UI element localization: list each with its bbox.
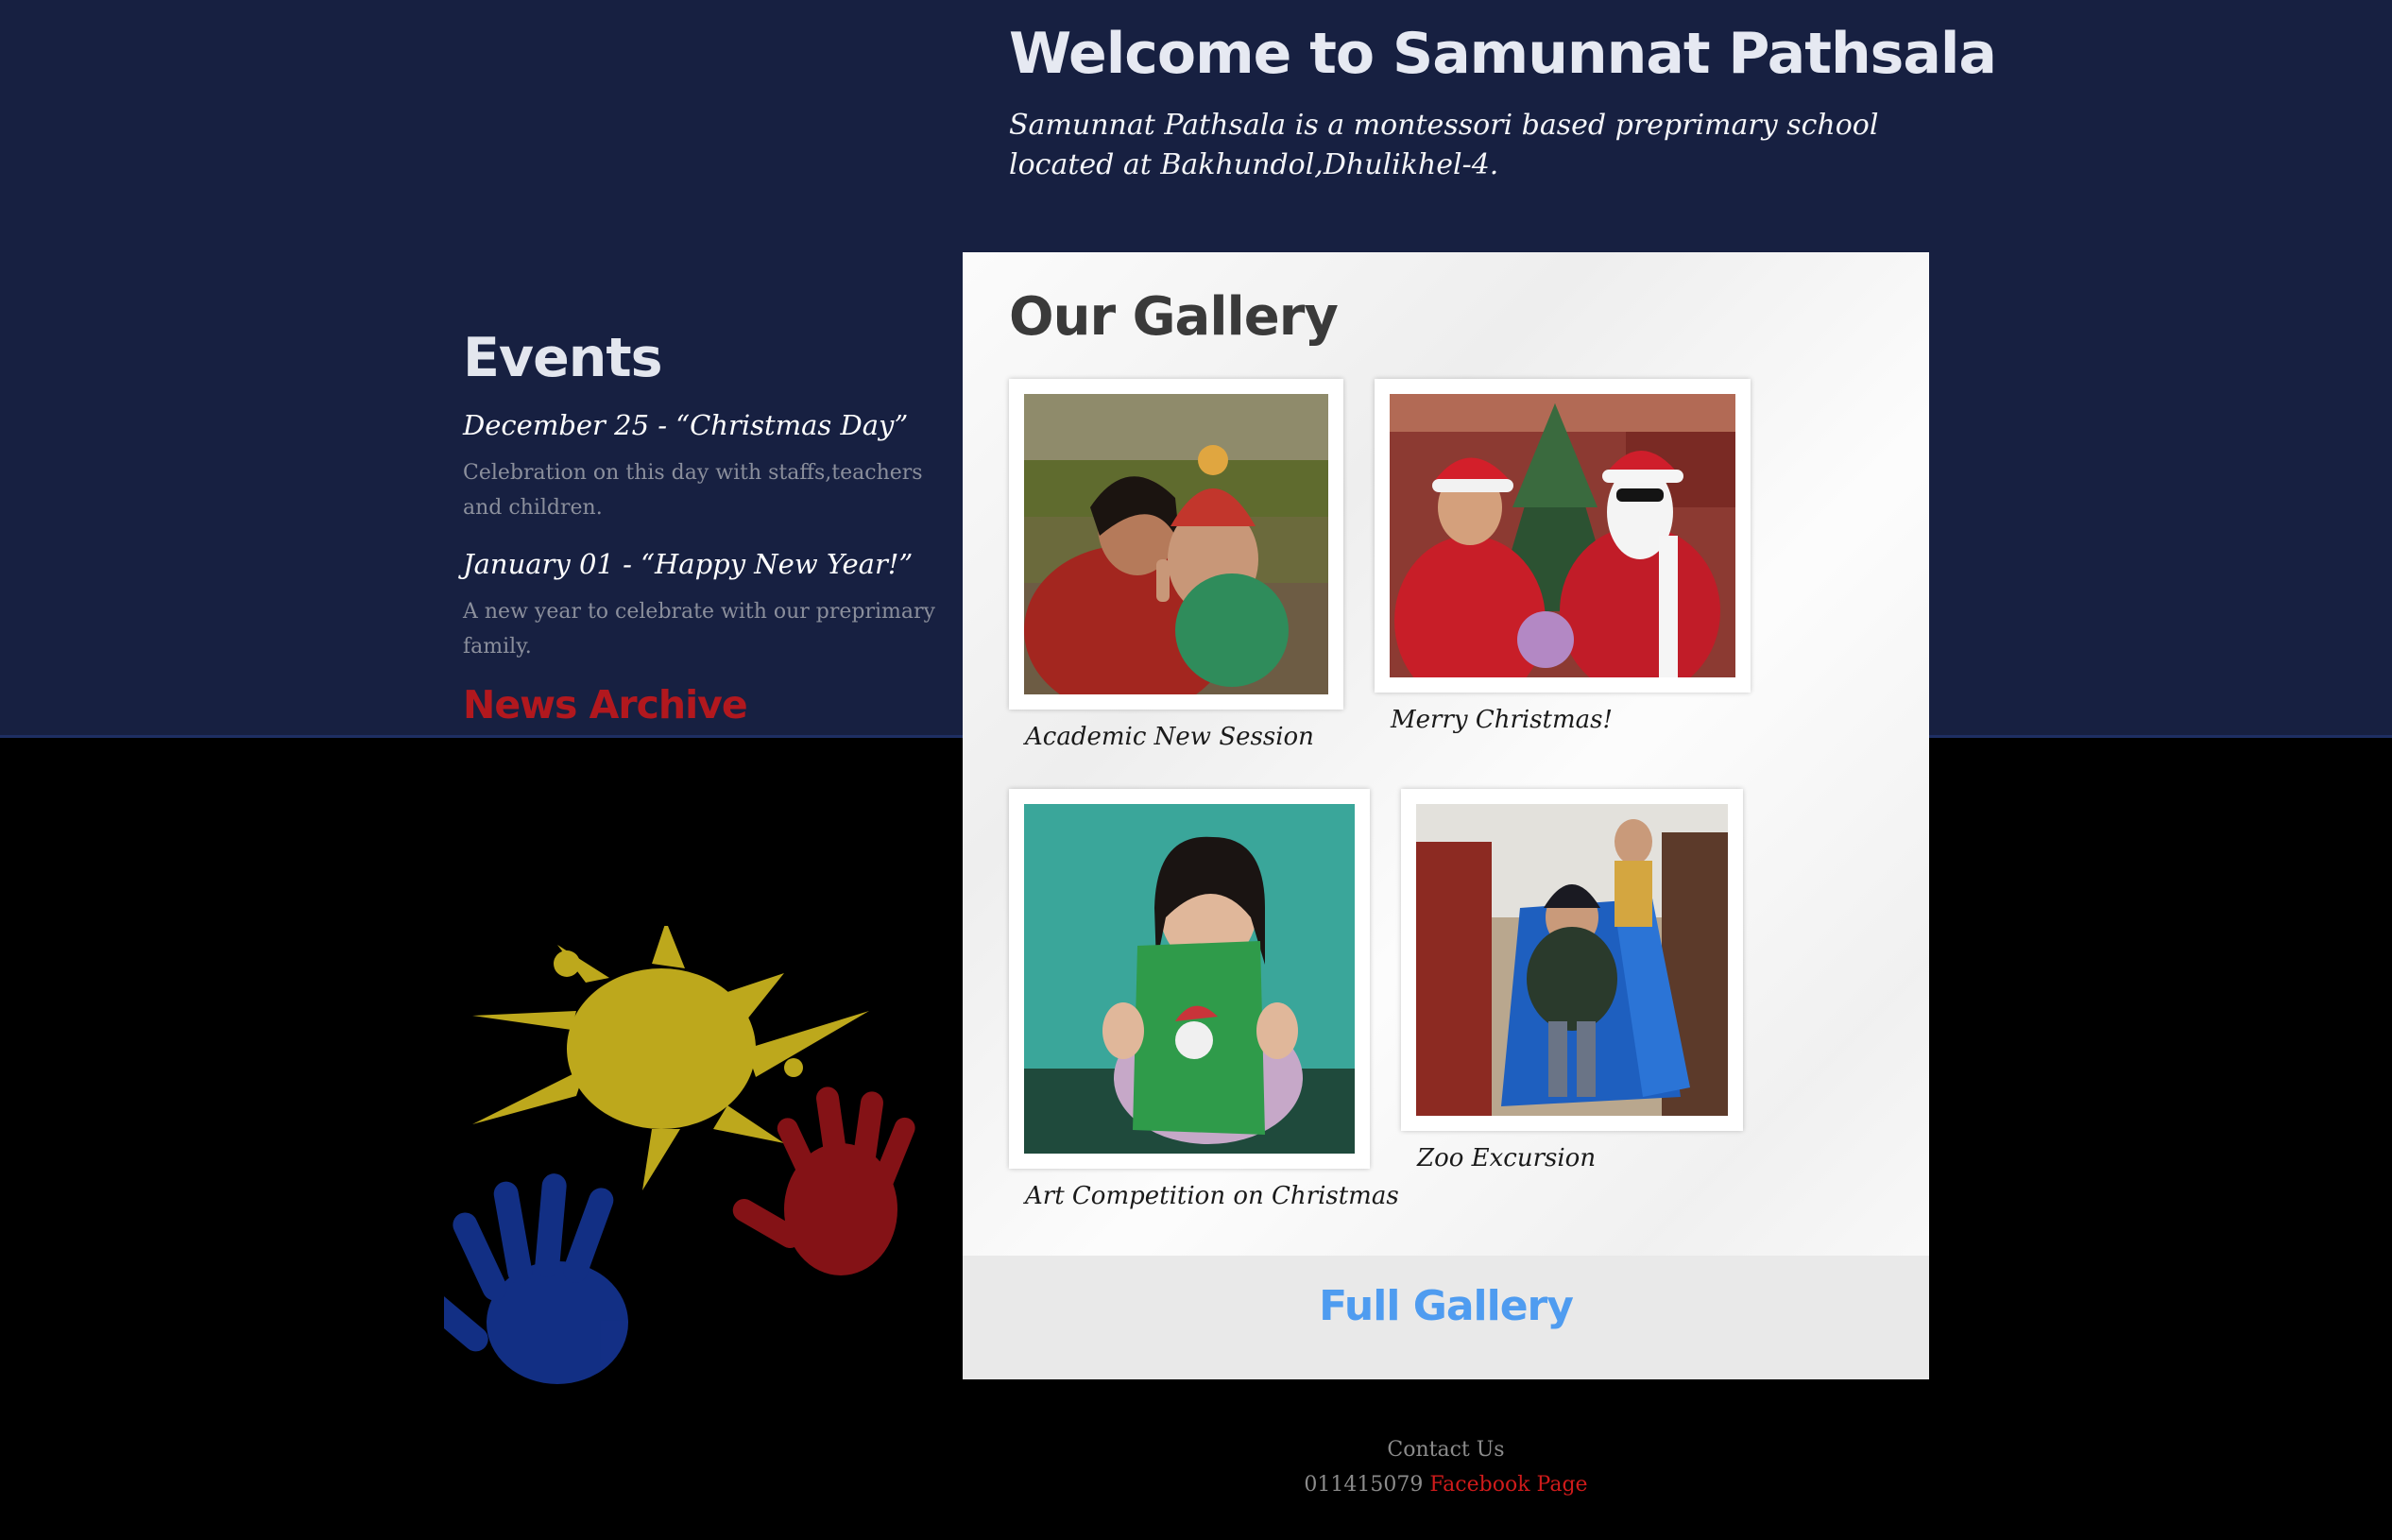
full-gallery-bar: Full Gallery — [963, 1256, 1929, 1379]
gallery-photo[interactable] — [1390, 394, 1735, 677]
gallery-photo[interactable] — [1024, 394, 1328, 694]
gallery-caption: Merry Christmas! — [1391, 706, 1613, 734]
facebook-link[interactable]: Facebook Page — [1429, 1473, 1587, 1497]
event-description: A new year to celebrate with our preprim… — [463, 600, 935, 659]
news-archive-link[interactable]: News Archive — [463, 682, 748, 727]
gallery-photo-frame[interactable] — [1375, 379, 1751, 693]
gallery-photo-frame[interactable] — [1401, 789, 1743, 1131]
full-gallery-link[interactable]: Full Gallery — [963, 1282, 1929, 1330]
footer: Contact Us 011415079 Facebook Page — [963, 1432, 1929, 1502]
handprints-illustration — [424, 921, 954, 1398]
phone-number: 011415079 — [1304, 1473, 1424, 1497]
gallery-photo[interactable] — [1416, 804, 1728, 1116]
gallery-caption: Zoo Excursion — [1417, 1144, 1597, 1172]
gallery-photo[interactable] — [1024, 804, 1355, 1154]
event-item: January 01 - “Happy New Year!” A new yea… — [463, 545, 935, 664]
gallery-caption: Academic New Session — [1025, 723, 1314, 751]
contact-label: Contact Us — [1387, 1438, 1505, 1462]
gallery-photo-frame[interactable] — [1009, 789, 1370, 1169]
events-heading: Events — [463, 327, 663, 389]
event-title: January 01 - “Happy New Year!” — [463, 548, 914, 580]
event-title: December 25 - “Christmas Day” — [463, 409, 909, 441]
contact-line: 011415079 Facebook Page — [963, 1467, 1929, 1502]
gallery-photo-frame[interactable] — [1009, 379, 1343, 710]
school-description: Samunnat Pathsala is a montessori based … — [1009, 109, 1879, 181]
event-description: Celebration on this day with staffs,teac… — [463, 461, 923, 520]
gallery-section: Our Gallery Academic New Session Merry C… — [963, 252, 1929, 1379]
page-title: Welcome to Samunnat Pathsala — [1009, 21, 1997, 87]
gallery-caption: Art Competition on Christmas — [1025, 1182, 1399, 1210]
event-item: December 25 - “Christmas Day” Celebratio… — [463, 406, 935, 525]
gallery-heading: Our Gallery — [1009, 286, 1339, 348]
